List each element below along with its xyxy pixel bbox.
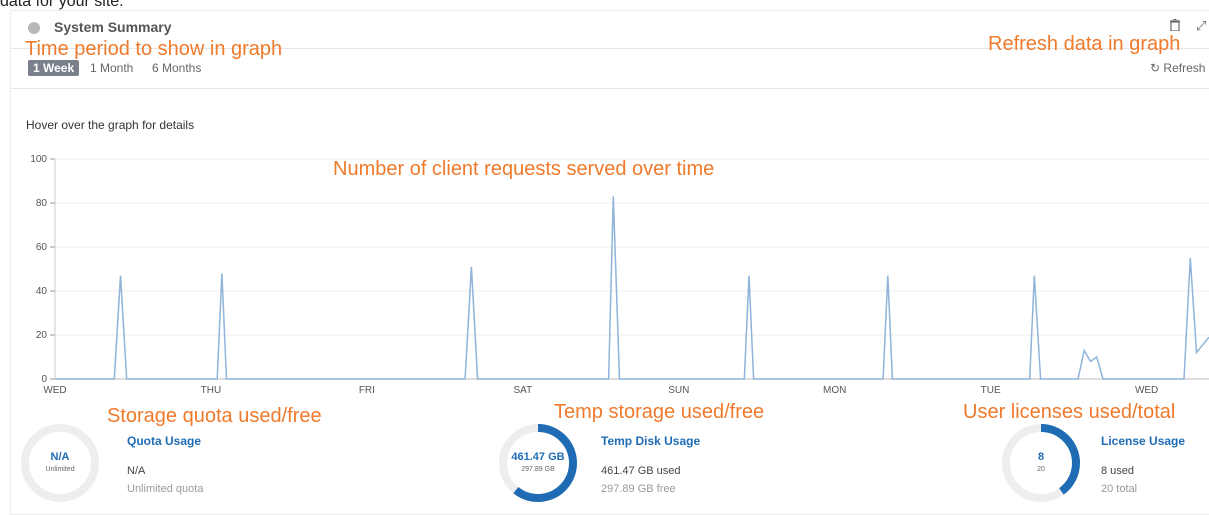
y-tick-label: 100 xyxy=(30,154,47,165)
temp-title[interactable]: Temp Disk Usage xyxy=(601,434,700,448)
temp-ring xyxy=(499,424,577,502)
license-ring xyxy=(1002,424,1080,502)
expand-icon[interactable]: ⤢ xyxy=(1196,18,1206,34)
x-tick-label: MON xyxy=(823,385,846,396)
panel-title: System Summary xyxy=(54,19,172,35)
tab-6-months[interactable]: 6 Months xyxy=(147,60,206,76)
tab-1-week[interactable]: 1 Week xyxy=(28,60,80,76)
x-tick-label: WED xyxy=(43,385,66,396)
annotation-licenses: User licenses used/total xyxy=(963,401,1176,423)
x-tick-label: FRI xyxy=(359,385,375,396)
x-tick-label: TUE xyxy=(981,385,1001,396)
temp-line1: 461.47 GB used xyxy=(601,465,681,477)
y-tick-label: 40 xyxy=(36,286,48,297)
refresh-icon: ↻ xyxy=(1150,61,1161,75)
dashboard-icon xyxy=(28,22,40,34)
quota-ring-sub: Unlimited xyxy=(45,466,75,473)
license-title[interactable]: License Usage xyxy=(1101,434,1185,448)
tab-1-month[interactable]: 1 Month xyxy=(85,60,138,76)
temp-ring-value: 461.47 GB xyxy=(511,451,565,463)
license-line2: 20 total xyxy=(1101,483,1138,495)
annotation-refresh: Refresh data in graph xyxy=(988,33,1181,55)
chart-hint: Hover over the graph for details xyxy=(26,118,195,132)
temp-line2: 297.89 GB free xyxy=(601,483,676,495)
y-tick-label: 20 xyxy=(36,330,48,341)
license-line1: 8 used xyxy=(1101,465,1135,477)
annotation-quota: Storage quota used/free xyxy=(107,405,322,427)
refresh-label: Refresh xyxy=(1163,61,1206,75)
license-ring-value: 8 xyxy=(1037,451,1045,463)
annotation-chart: Number of client requests served over ti… xyxy=(333,158,715,180)
quota-line1: N/A xyxy=(127,465,146,477)
requests-series-line xyxy=(55,196,1209,380)
quota-ring xyxy=(21,424,99,502)
quota-title[interactable]: Quota Usage xyxy=(127,434,201,448)
license-ring-sub: 20 xyxy=(1037,466,1045,473)
y-tick-label: 60 xyxy=(36,242,48,253)
annotation-temp: Temp storage used/free xyxy=(554,401,765,423)
x-tick-label: SAT xyxy=(513,385,532,396)
x-tick-label: THU xyxy=(201,385,222,396)
requests-chart[interactable]: 0 20 40 60 80 100 WED THU FRI SAT SUN MON TUE WED xyxy=(0,150,1209,405)
annotation-time-period: Time period to show in graph xyxy=(25,38,283,60)
x-tick-label: WED xyxy=(1135,385,1158,396)
trash-icon[interactable] xyxy=(1170,19,1180,31)
quota-line2: Unlimited quota xyxy=(127,483,204,495)
refresh-button[interactable]: ↻ Refresh xyxy=(1150,61,1205,75)
y-tick-label: 80 xyxy=(36,198,48,209)
temp-ring-sub: 297.89 GB xyxy=(521,466,555,473)
quota-ring-value: N/A xyxy=(50,451,70,463)
y-tick-label: 0 xyxy=(41,374,47,385)
toolbar-divider xyxy=(10,88,1209,89)
x-tick-label: SUN xyxy=(668,385,689,396)
